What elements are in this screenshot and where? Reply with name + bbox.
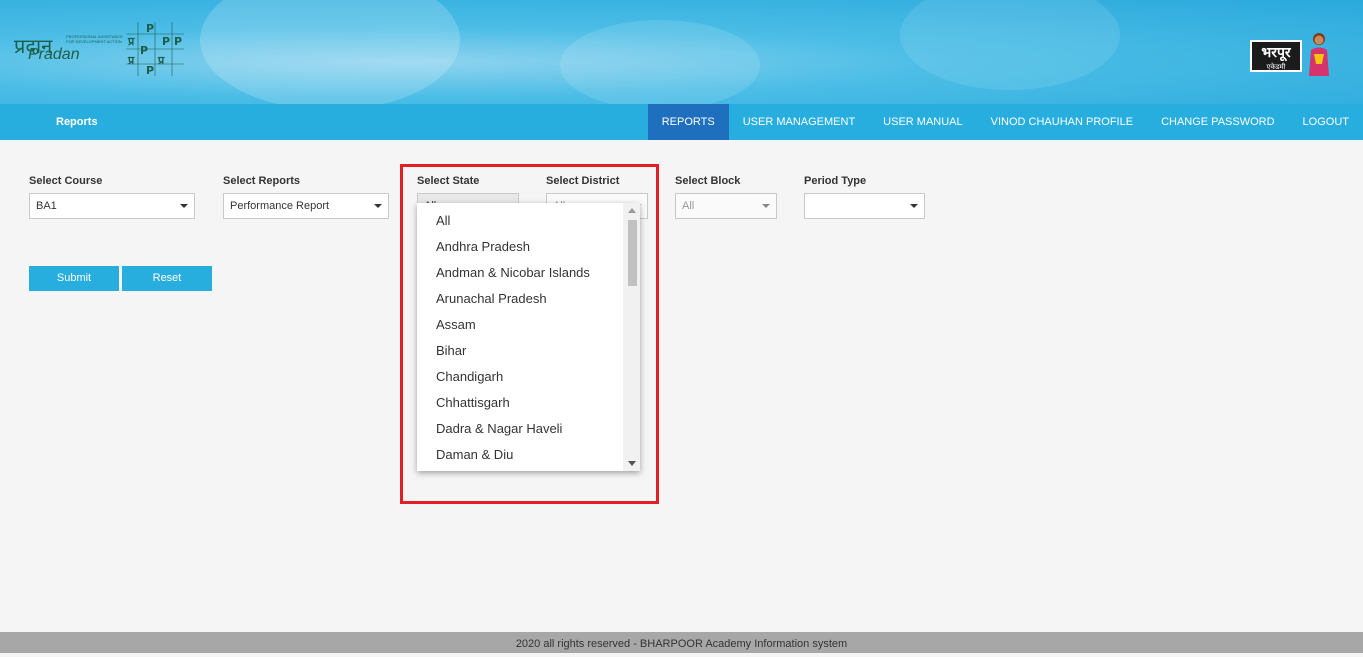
nav-user-manual[interactable]: USER MANUAL: [869, 104, 976, 140]
nav-logout[interactable]: LOGOUT: [1289, 104, 1363, 140]
chevron-down-icon: [180, 204, 188, 208]
block-label: Select Block: [675, 175, 741, 187]
pradan-logo: प्रदान Pradan PROFESSIONAL ASSISTANCE FO…: [14, 30, 124, 70]
reset-button[interactable]: Reset: [122, 266, 212, 291]
nav-brand-reports[interactable]: Reports: [56, 104, 98, 140]
bharpoor-logo-sub: एकेडमी: [1266, 63, 1286, 71]
bharpoor-logo: भरपूर एकेडमी: [1248, 30, 1332, 78]
nav-user-management[interactable]: USER MANAGEMENT: [729, 104, 869, 140]
header-banner: प्रदान Pradan PROFESSIONAL ASSISTANCE FO…: [0, 0, 1363, 104]
nav-reports[interactable]: REPORTS: [647, 104, 729, 140]
highlight-box: [400, 164, 659, 504]
course-select-value: BA1: [36, 200, 57, 212]
pradan-logo-text: Pradan: [28, 46, 80, 63]
svg-text:P: P: [162, 35, 170, 48]
nav-profile[interactable]: VINOD CHAUHAN PROFILE: [977, 104, 1147, 140]
svg-text:प्र: प्र: [157, 54, 165, 67]
svg-text:प्र: प्र: [127, 35, 135, 48]
reports-select[interactable]: Performance Report: [223, 193, 389, 219]
reports-select-value: Performance Report: [230, 200, 330, 212]
top-navbar: Reports REPORTS USER MANAGEMENT USER MAN…: [0, 104, 1363, 140]
chevron-down-icon: [374, 204, 382, 208]
svg-text:P: P: [174, 35, 182, 48]
course-select[interactable]: BA1: [29, 193, 195, 219]
bharpoor-logo-text: भरपूर: [1261, 45, 1291, 61]
svg-text:P: P: [140, 44, 148, 57]
submit-button[interactable]: Submit: [29, 266, 119, 291]
pradan-logo-tagline: PROFESSIONAL ASSISTANCE FOR DEVELOPMENT …: [66, 34, 123, 44]
chevron-down-icon: [910, 204, 918, 208]
block-select-value: All: [682, 200, 695, 212]
nav-menu: REPORTS USER MANAGEMENT USER MANUAL VINO…: [647, 104, 1363, 140]
block-select[interactable]: All: [675, 193, 777, 219]
nav-change-password[interactable]: CHANGE PASSWORD: [1147, 104, 1288, 140]
period-type-select[interactable]: [804, 193, 925, 219]
course-label: Select Course: [29, 175, 103, 187]
pradan-grid-logo: PP P PPप्र प्रप्र: [126, 22, 184, 77]
chevron-down-icon: [762, 204, 770, 208]
period-type-label: Period Type: [804, 175, 867, 187]
bharpoor-board: भरपूर एकेडमी: [1250, 40, 1302, 72]
reports-label: Select Reports: [223, 175, 301, 187]
svg-text:प्र: प्र: [127, 54, 135, 67]
footer-text: 2020 all rights reserved - BHARPOOR Acad…: [515, 638, 848, 650]
footer: 2020 all rights reserved - BHARPOOR Acad…: [0, 632, 1363, 653]
svg-text:P: P: [146, 64, 154, 77]
svg-text:P: P: [146, 22, 154, 35]
teacher-figure-icon: [1309, 33, 1329, 76]
